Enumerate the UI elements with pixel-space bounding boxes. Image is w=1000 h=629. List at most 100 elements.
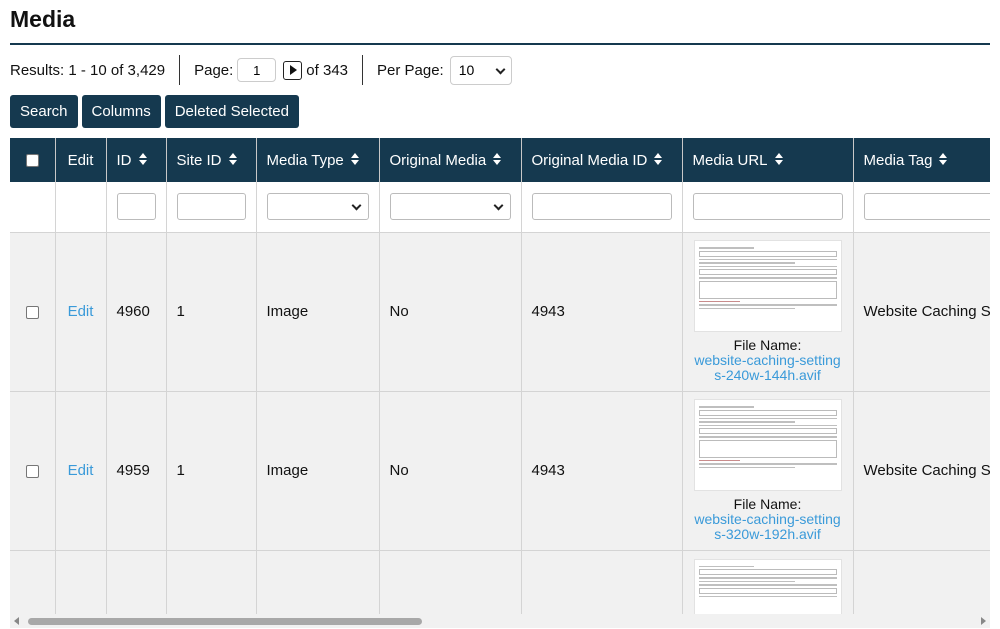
media-tag-cell: Website Caching Settings	[853, 232, 990, 392]
pagination-toolbar: Results: 1 - 10 of 3,429 Page: of 343 Pe…	[10, 55, 512, 85]
toolbar-separator	[362, 55, 364, 85]
header-media-url[interactable]: Media URL	[682, 138, 854, 182]
media-type-cell	[256, 550, 380, 614]
page-number-input[interactable]	[237, 58, 277, 82]
original-media-cell: No	[379, 232, 522, 392]
thumbnail-field	[698, 428, 837, 434]
media-table: Edit ID Site ID Media Type Original Medi…	[10, 138, 990, 614]
row-select-cell	[10, 550, 56, 614]
filter-cell-media-tag	[853, 182, 990, 233]
sort-icon	[138, 152, 148, 166]
original-media-id-cell: 4943	[521, 391, 683, 551]
media-url-cell: File Name: website-caching-settings-320w…	[682, 391, 854, 551]
media-tag-cell	[853, 550, 990, 614]
thumbnail-field	[698, 587, 837, 594]
scroll-left-arrow-icon[interactable]	[14, 617, 19, 625]
thumbnail-field	[698, 269, 837, 275]
media-thumbnail[interactable]	[693, 240, 842, 332]
media-table-container: Edit ID Site ID Media Type Original Medi…	[10, 138, 990, 614]
file-name-label: File Name:	[733, 496, 802, 512]
filter-original-media-id-input[interactable]	[531, 193, 672, 221]
id-cell: 4960	[106, 232, 167, 392]
thumbnail-line	[698, 584, 837, 586]
header-id[interactable]: ID	[106, 138, 167, 182]
thumbnail-field	[698, 250, 837, 257]
header-site-id[interactable]: Site ID	[166, 138, 257, 182]
thumbnail-line	[698, 417, 837, 419]
filter-media-url-input[interactable]	[692, 193, 843, 221]
per-page-select[interactable]: 10	[449, 55, 512, 85]
select-all-checkbox[interactable]	[25, 154, 39, 168]
edit-cell	[55, 550, 107, 614]
filter-media-tag-input[interactable]	[863, 193, 990, 221]
row-select-cell	[10, 391, 56, 551]
delete-selected-button[interactable]: Deleted Selected	[164, 95, 299, 128]
table-row	[10, 550, 990, 614]
original-media-id-cell: 4943	[521, 232, 683, 392]
sort-icon	[774, 152, 784, 166]
scroll-right-arrow-icon[interactable]	[981, 617, 986, 625]
file-name-link[interactable]: website-caching-settings-320w-192h.avif	[693, 512, 843, 542]
row-select-cell	[10, 232, 56, 392]
site-id-cell: 1	[166, 232, 257, 392]
row-checkbox[interactable]	[25, 464, 39, 478]
thumbnail-field	[698, 439, 837, 458]
thumbnail-line	[698, 424, 837, 426]
select-all-header	[10, 138, 56, 182]
thumbnail-line	[698, 463, 837, 465]
media-thumbnail[interactable]	[693, 558, 842, 614]
original-media-id-cell	[521, 550, 683, 614]
chevron-down-icon	[493, 200, 503, 211]
media-type-cell: Image	[256, 232, 380, 392]
filter-row	[10, 182, 990, 233]
filter-site-id-input[interactable]	[176, 193, 246, 221]
edit-cell: Edit	[55, 232, 107, 392]
horizontal-scrollbar[interactable]	[10, 614, 990, 628]
filter-id-input[interactable]	[116, 193, 156, 221]
thumbnail-line	[698, 595, 837, 597]
page-label: Page:	[194, 61, 234, 79]
thumbnail-line	[698, 577, 837, 579]
filter-cell-empty	[55, 182, 107, 233]
sort-icon	[493, 152, 502, 166]
thumbnail-line	[698, 265, 837, 267]
sort-icon	[654, 152, 663, 166]
edit-link[interactable]: Edit	[68, 462, 94, 479]
thumbnail-line	[698, 300, 740, 302]
filter-cell-original-media-id	[521, 182, 683, 233]
filter-cell-original-media	[379, 182, 522, 233]
filter-original-media-select[interactable]	[389, 193, 511, 221]
toolbar-separator	[179, 55, 181, 85]
file-name-link[interactable]: website-caching-settings-240w-144h.avif	[693, 353, 843, 383]
search-button[interactable]: Search	[10, 95, 78, 128]
media-type-cell: Image	[256, 391, 380, 551]
table-row: Edit 4959 1 Image No 4943 File Name: web…	[10, 391, 990, 551]
title-divider	[10, 43, 990, 45]
header-media-tag[interactable]: Media Tag	[853, 138, 990, 182]
sort-icon	[939, 152, 948, 166]
thumbnail-field	[698, 409, 837, 416]
file-name-label: File Name:	[733, 337, 802, 353]
edit-link[interactable]: Edit	[68, 303, 94, 320]
header-original-media-id[interactable]: Original Media ID	[521, 138, 683, 182]
table-header-row: Edit ID Site ID Media Type Original Medi…	[10, 138, 990, 182]
id-cell: 4959	[106, 391, 167, 551]
header-media-type[interactable]: Media Type	[256, 138, 380, 182]
thumbnail-line	[698, 304, 837, 306]
thumbnail-line	[698, 580, 796, 582]
scrollbar-thumb[interactable]	[28, 618, 422, 625]
filter-media-type-select[interactable]	[266, 193, 369, 221]
columns-button[interactable]: Columns	[81, 95, 161, 128]
media-thumbnail[interactable]	[693, 399, 842, 491]
filter-cell-media-type	[256, 182, 380, 233]
header-original-media[interactable]: Original Media	[379, 138, 522, 182]
edit-cell: Edit	[55, 391, 107, 551]
next-page-button[interactable]	[283, 60, 303, 80]
thumbnail-line	[698, 565, 754, 567]
table-row: Edit 4960 1 Image No 4943 File Name: web…	[10, 232, 990, 392]
play-icon	[290, 65, 298, 75]
header-edit: Edit	[55, 138, 107, 182]
row-checkbox[interactable]	[25, 305, 39, 319]
media-url-cell	[682, 550, 854, 614]
thumbnail-line	[698, 247, 754, 249]
